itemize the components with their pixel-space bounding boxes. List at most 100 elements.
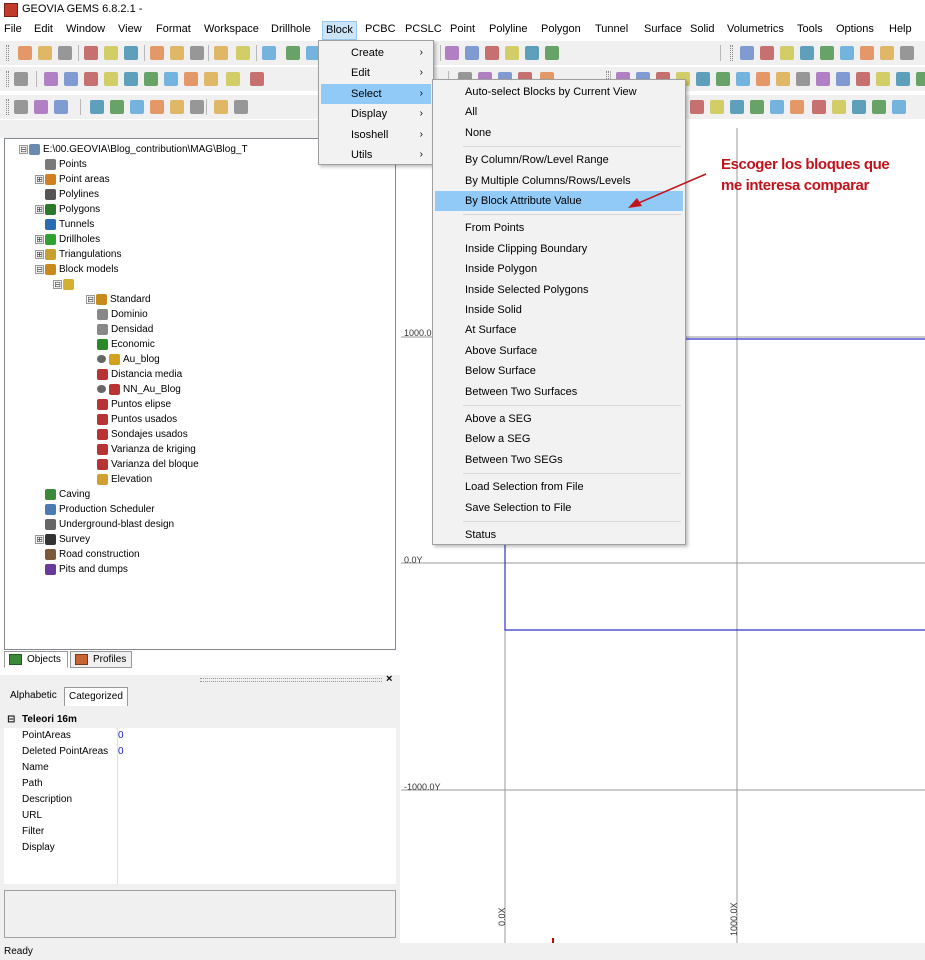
property-row[interactable]: PointAreas 0 <box>4 728 396 744</box>
toolbar-button-icon[interactable] <box>286 46 300 60</box>
tree-item-drillholes[interactable]: Drillholes <box>59 233 100 247</box>
menu-tools[interactable]: Tools <box>797 23 823 39</box>
tree-item-polygons[interactable]: Polygons <box>59 203 100 217</box>
menu-help[interactable]: Help <box>889 23 912 39</box>
menu-surface[interactable]: Surface <box>644 23 682 39</box>
toolbar-button-icon[interactable] <box>750 100 764 114</box>
property-row[interactable]: Name <box>4 760 396 776</box>
toolbar-button-icon[interactable] <box>812 100 826 114</box>
toolbar-button-icon[interactable] <box>780 46 794 60</box>
tree-item-standard[interactable]: Standard <box>110 293 151 307</box>
block-menu-item-edit[interactable]: Edit › <box>321 63 431 83</box>
menu-pcbc[interactable]: PCBC <box>365 23 396 39</box>
block-menu-item-display[interactable]: Display › <box>321 104 431 124</box>
tree-attr-au-blog[interactable]: Au_blog <box>123 353 160 367</box>
tree-item-road-construction[interactable]: Road construction <box>59 548 140 562</box>
tree-item-pits-and-dumps[interactable]: Pits and dumps <box>59 563 128 577</box>
toolbar-button-icon[interactable] <box>204 72 218 86</box>
toolbar-button-icon[interactable] <box>756 72 770 86</box>
menu-options[interactable]: Options <box>836 23 874 39</box>
toolbar-button-icon[interactable] <box>58 46 72 60</box>
tree-attr-economic[interactable]: Economic <box>111 338 155 352</box>
toolbar-button-icon[interactable] <box>856 72 870 86</box>
toolbar-button-icon[interactable] <box>44 72 58 86</box>
tree-expander[interactable]: ⊞ <box>35 175 44 184</box>
tree-item-block-models[interactable]: Block models <box>59 263 118 277</box>
property-row[interactable]: Path <box>4 776 396 792</box>
toolbar-button-icon[interactable] <box>250 72 264 86</box>
eye-icon[interactable] <box>97 385 106 393</box>
tree-expander[interactable]: ⊞ <box>35 205 44 214</box>
toolbar-button-icon[interactable] <box>190 100 204 114</box>
property-group-header[interactable]: ⊟ Teleori 16m <box>4 712 396 728</box>
menu-view[interactable]: View <box>118 23 142 39</box>
menu-edit[interactable]: Edit <box>34 23 53 39</box>
toolbar-button-icon[interactable] <box>262 46 276 60</box>
toolbar-button-icon[interactable] <box>832 100 846 114</box>
menu-pcslc[interactable]: PCSLC <box>405 23 442 39</box>
tree-item-points[interactable]: Points <box>59 158 87 172</box>
menu-polyline[interactable]: Polyline <box>489 23 528 39</box>
select-menu-item-inside-clipping-boundary[interactable]: Inside Clipping Boundary <box>435 239 683 259</box>
tab-alphabetic[interactable]: Alphabetic <box>6 687 61 706</box>
toolbar-button-icon[interactable] <box>876 72 890 86</box>
toolbar-button-icon[interactable] <box>214 100 228 114</box>
property-row[interactable]: Filter <box>4 824 396 840</box>
select-menu-item-above-a-seg[interactable]: Above a SEG <box>435 409 683 429</box>
menu-drillhole[interactable]: Drillhole <box>271 23 311 39</box>
toolbar-button-icon[interactable] <box>545 46 559 60</box>
select-menu-item-between-two-segs[interactable]: Between Two SEGs <box>435 450 683 470</box>
toolbar-button-icon[interactable] <box>760 46 774 60</box>
tree-item-survey[interactable]: Survey <box>59 533 90 547</box>
tab-categorized[interactable]: Categorized <box>64 687 128 706</box>
property-row[interactable]: URL <box>4 808 396 824</box>
tree-attr-distancia-media[interactable]: Distancia media <box>111 368 182 382</box>
close-icon[interactable]: × <box>386 673 392 685</box>
tree-item-underground-blast-design[interactable]: Underground-blast design <box>59 518 174 532</box>
toolbar-button-icon[interactable] <box>124 72 138 86</box>
select-menu-item-save-selection-to-file[interactable]: Save Selection to File <box>435 498 683 518</box>
tree-item-caving[interactable]: Caving <box>59 488 90 502</box>
select-menu-item-inside-selected-polygons[interactable]: Inside Selected Polygons <box>435 280 683 300</box>
toolbar-button-icon[interactable] <box>90 100 104 114</box>
toolbar-button-icon[interactable] <box>896 72 910 86</box>
toolbar-button-icon[interactable] <box>104 72 118 86</box>
menu-point[interactable]: Point <box>450 23 475 39</box>
tree-item-tunnels[interactable]: Tunnels <box>59 218 94 232</box>
tree-attr-varianza-del-bloque[interactable]: Varianza del bloque <box>111 458 199 472</box>
tree-expander[interactable]: ⊞ <box>35 235 44 244</box>
tree-expander[interactable]: ⊞ <box>35 250 44 259</box>
select-menu-item-load-selection-from-file[interactable]: Load Selection from File <box>435 477 683 497</box>
select-menu-item-inside-solid[interactable]: Inside Solid <box>435 300 683 320</box>
tree-expander[interactable]: ⊟ <box>53 280 62 289</box>
select-menu-item-at-surface[interactable]: At Surface <box>435 320 683 340</box>
eye-icon[interactable] <box>97 355 106 363</box>
tree-expander[interactable]: ⊞ <box>35 535 44 544</box>
toolbar-button-icon[interactable] <box>214 46 228 60</box>
toolbar-button-icon[interactable] <box>124 46 138 60</box>
toolbar-button-icon[interactable] <box>872 100 886 114</box>
menu-format[interactable]: Format <box>156 23 191 39</box>
property-value[interactable]: 0 <box>118 744 124 760</box>
toolbar-button-icon[interactable] <box>64 72 78 86</box>
toolbar-button-icon[interactable] <box>14 100 28 114</box>
tab-profiles[interactable]: Profiles <box>70 651 132 668</box>
property-row[interactable]: Description <box>4 792 396 808</box>
tree-attr-nn-au-blog[interactable]: NN_Au_Blog <box>123 383 181 397</box>
menu-block[interactable]: Block <box>322 21 357 40</box>
select-menu-item-inside-polygon[interactable]: Inside Polygon <box>435 259 683 279</box>
menu-window[interactable]: Window <box>66 23 105 39</box>
menu-file[interactable]: File <box>4 23 22 39</box>
toolbar-button-icon[interactable] <box>104 46 118 60</box>
block-menu-item-utils[interactable]: Utils › <box>321 145 431 165</box>
tree-attr-elevation[interactable]: Elevation <box>111 473 152 487</box>
tree-expander[interactable]: ⊟ <box>86 295 95 304</box>
toolbar-button-icon[interactable] <box>164 72 178 86</box>
property-row[interactable]: Display <box>4 840 396 856</box>
select-menu-item-none[interactable]: None <box>435 123 683 143</box>
toolbar-button-icon[interactable] <box>150 46 164 60</box>
toolbar-button-icon[interactable] <box>110 100 124 114</box>
toolbar-button-icon[interactable] <box>900 46 914 60</box>
toolbar-button-icon[interactable] <box>150 100 164 114</box>
toolbar-button-icon[interactable] <box>445 46 459 60</box>
